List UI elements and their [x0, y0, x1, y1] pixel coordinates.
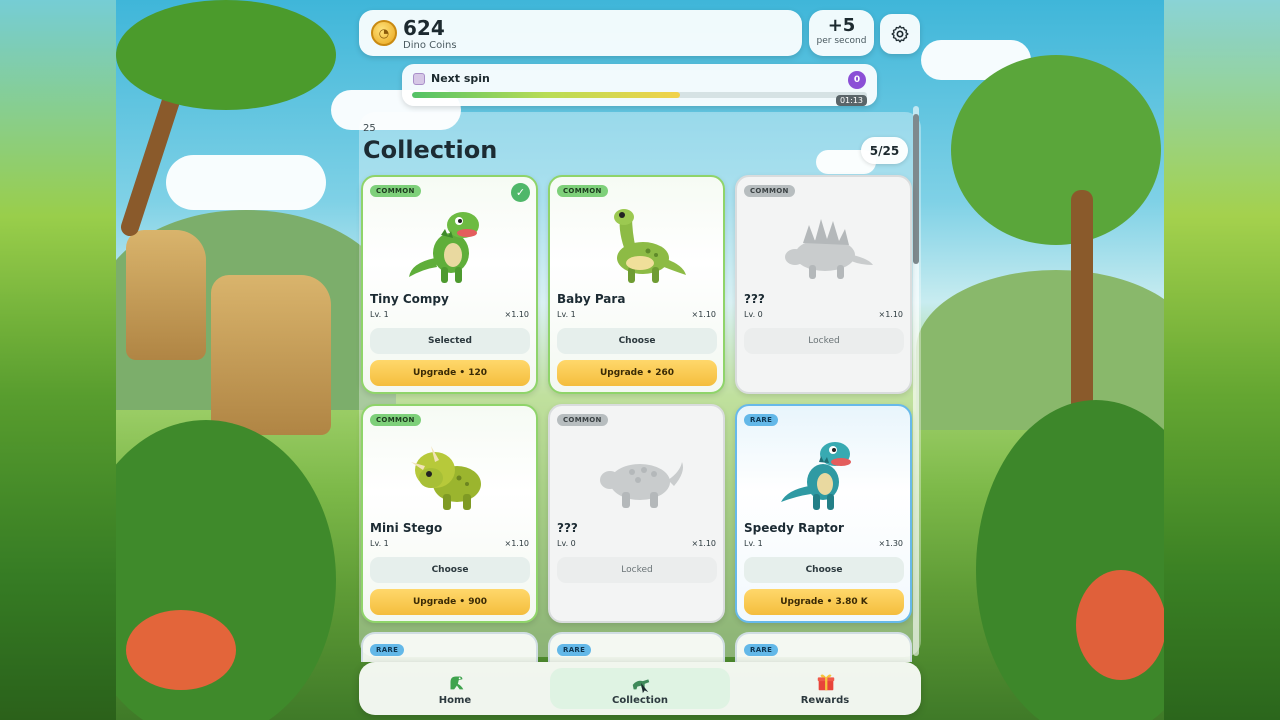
dino-card-speedy-raptor[interactable]: RARE Speedy Raptor Lv. 1 ×1.30 Choose Up…	[735, 404, 912, 623]
upgrade-button[interactable]: Upgrade • 900	[370, 589, 530, 615]
coin-icon: ◔	[371, 20, 397, 46]
page-title: Collection	[363, 136, 498, 164]
dino-card-locked[interactable]: COMMON ??? Lv. 0 ×1.10 Locked	[548, 404, 725, 623]
settings-button[interactable]	[880, 14, 920, 54]
dino-card-partial[interactable]: RARE	[361, 632, 538, 662]
spin-count-badge: 0	[848, 71, 866, 89]
locked-button: Locked	[557, 557, 717, 583]
card-multiplier: ×1.10	[504, 310, 529, 319]
scrollbar-thumb[interactable]	[913, 114, 919, 264]
coins-card: ◔ 624 Dino Coins	[359, 10, 802, 56]
card-multiplier: ×1.10	[691, 310, 716, 319]
card-name: ???	[744, 292, 765, 306]
rarity-badge: RARE	[744, 414, 779, 426]
collection-progress-pill: 5/25	[861, 137, 908, 164]
compy-dino-icon	[409, 212, 479, 283]
card-name: Speedy Raptor	[744, 521, 844, 535]
locked-button: Locked	[744, 328, 904, 354]
nav-home-label: Home	[438, 695, 472, 706]
rarity-badge: COMMON	[557, 414, 608, 426]
gift-icon	[817, 674, 835, 691]
dino-card-tiny-compy[interactable]: COMMON ✓ Tiny Compy Lv. 1 ×1.10 Selected…	[361, 175, 538, 394]
rarity-badge: RARE	[744, 644, 779, 656]
gear-icon	[891, 25, 909, 43]
background-blur-right	[1164, 0, 1280, 720]
card-multiplier: ×1.30	[878, 539, 903, 548]
card-name: Baby Para	[557, 292, 626, 306]
rarity-badge: COMMON	[370, 414, 421, 426]
upgrade-button[interactable]: Upgrade • 3.80 K	[744, 589, 904, 615]
card-name: ???	[557, 521, 578, 535]
cloud	[166, 155, 326, 210]
next-spin-card[interactable]: Next spin 0 01:13	[402, 64, 877, 106]
upgrade-button[interactable]: Upgrade • 260	[557, 360, 717, 386]
spin-progress-bar	[412, 92, 867, 98]
card-multiplier: ×1.10	[878, 310, 903, 319]
palm-leaves	[116, 0, 336, 110]
nav-collection-label: Collection	[612, 695, 668, 706]
dino-card-partial[interactable]: RARE	[548, 632, 725, 662]
collection-count-small: 25	[363, 123, 376, 134]
card-level: Lv. 0	[744, 310, 763, 319]
tree-canopy	[951, 55, 1161, 245]
card-level: Lv. 1	[370, 539, 389, 548]
rate-label: per second	[816, 36, 867, 46]
rarity-badge: RARE	[557, 644, 592, 656]
rate-value: +5	[827, 15, 856, 36]
red-leaves	[126, 610, 236, 690]
card-multiplier: ×1.10	[504, 539, 529, 548]
ankylosaurus-silhouette-icon	[600, 462, 683, 508]
card-level: Lv. 1	[744, 539, 763, 548]
dino-card-baby-para[interactable]: COMMON Baby Para Lv. 1 ×1.10 Choose Upgr…	[548, 175, 725, 394]
nav-rewards-label: Rewards	[800, 695, 850, 706]
card-level: Lv. 1	[370, 310, 389, 319]
dino-card-locked[interactable]: COMMON ??? Lv. 0 ×1.10 Locked	[735, 175, 912, 394]
stegosaurus-silhouette-icon	[785, 219, 873, 279]
card-level: Lv. 0	[557, 539, 576, 548]
raptor-dino-icon	[781, 442, 851, 510]
income-rate-card: +5 per second	[809, 10, 874, 56]
choose-button[interactable]: Choose	[744, 557, 904, 583]
card-level: Lv. 1	[557, 310, 576, 319]
rarity-badge: COMMON	[370, 185, 421, 197]
card-name: Mini Stego	[370, 521, 443, 535]
nav-collection[interactable]: Collection	[550, 668, 730, 709]
red-leaves	[1076, 570, 1164, 680]
dino-card-partial[interactable]: RARE	[735, 632, 912, 662]
background-blur-left	[0, 0, 116, 720]
upgrade-button[interactable]: Upgrade • 120	[370, 360, 530, 386]
bottom-navigation: Home Collection Rewards	[359, 662, 921, 715]
spin-progress-fill	[412, 92, 681, 98]
selected-button[interactable]: Selected	[370, 328, 530, 354]
coins-label: Dino Coins	[403, 40, 457, 51]
rarity-badge: RARE	[370, 644, 405, 656]
choose-button[interactable]: Choose	[370, 557, 530, 583]
rarity-badge: COMMON	[557, 185, 608, 197]
rarity-badge: COMMON	[744, 185, 795, 197]
choose-button[interactable]: Choose	[557, 328, 717, 354]
coins-value: 624	[403, 16, 445, 40]
dino-card-mini-stego[interactable]: COMMON Mini Stego Lv. 1 ×1.10 Choose Upg…	[361, 404, 538, 623]
nav-rewards[interactable]: Rewards	[735, 662, 915, 715]
spin-timer: 01:13	[835, 95, 867, 106]
dino-collection-icon	[632, 679, 650, 694]
cliff-rock	[211, 275, 331, 435]
nav-home[interactable]: Home	[365, 662, 545, 715]
card-multiplier: ×1.10	[691, 539, 716, 548]
triceratops-dino-icon	[411, 446, 481, 510]
tree-trunk	[1071, 190, 1093, 420]
spin-label: Next spin	[431, 72, 490, 85]
selected-check-icon: ✓	[511, 183, 530, 202]
dino-home-icon	[450, 676, 464, 690]
card-name: Tiny Compy	[370, 292, 449, 306]
parasaurolophus-dino-icon	[614, 209, 686, 283]
cliff-rock	[126, 230, 206, 360]
gift-spin-icon	[413, 73, 425, 85]
